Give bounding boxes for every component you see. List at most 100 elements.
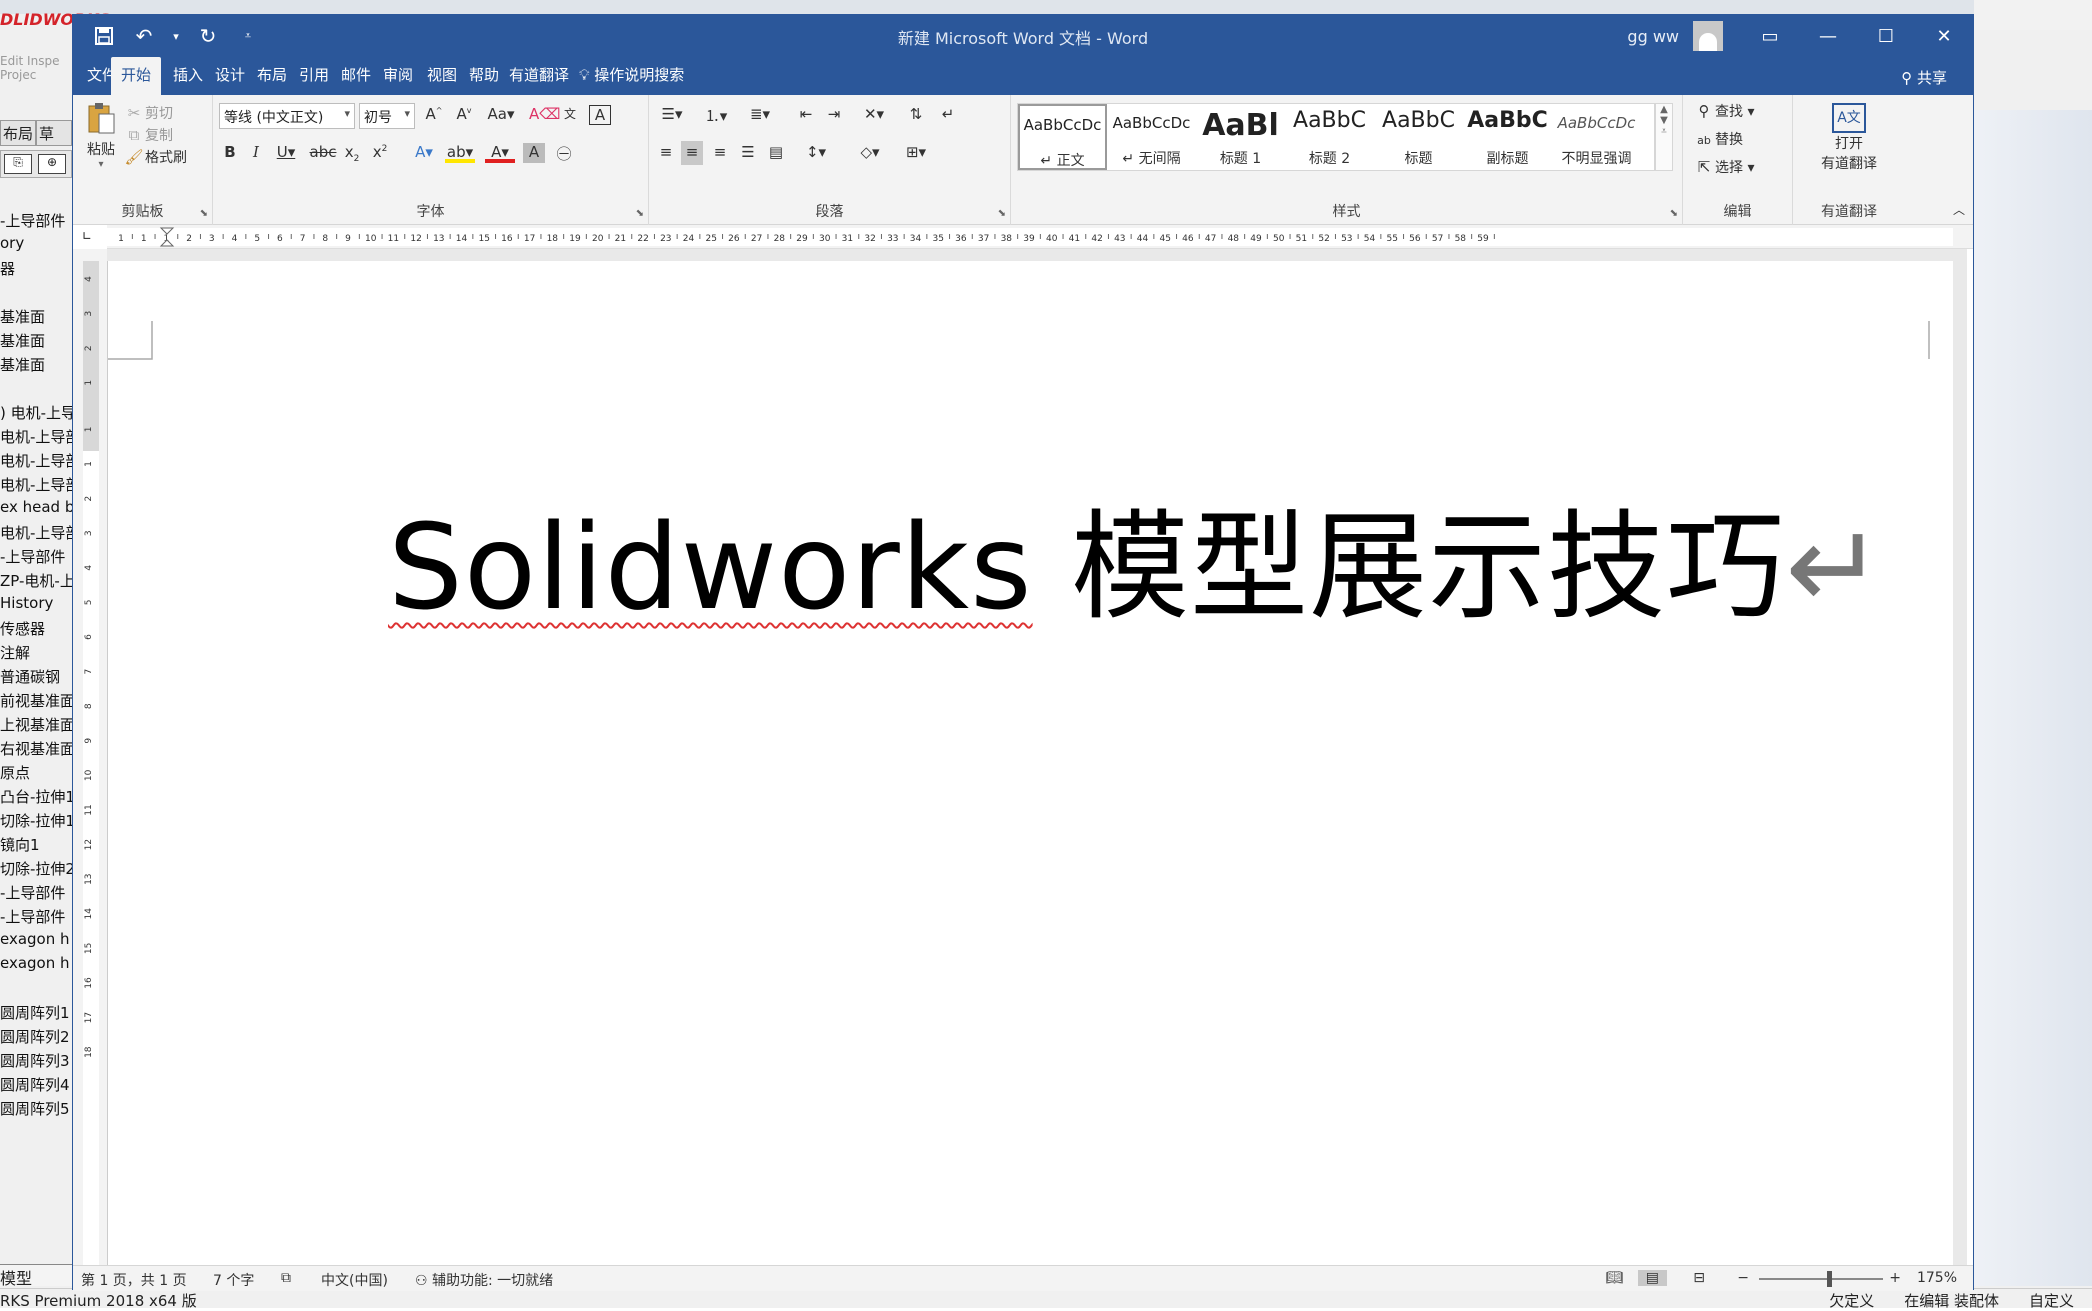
tree-item[interactable]: 基准面	[0, 330, 72, 354]
crosshair-icon[interactable]: ⊕	[38, 154, 66, 174]
solidworks-tab-sketch[interactable]: 草	[36, 120, 72, 146]
tree-item[interactable]: -上导部件	[0, 882, 72, 906]
read-mode-icon[interactable]: 📖︎	[1605, 1270, 1623, 1286]
share-button[interactable]: ⚲ 共享	[1901, 67, 1947, 88]
justify-icon[interactable]: ☰	[737, 143, 759, 163]
zoom-slider-thumb[interactable]	[1827, 1271, 1832, 1287]
replace-button[interactable]: ab 替换	[1693, 129, 1743, 154]
highlight-color-icon[interactable]: ab▾	[445, 143, 475, 163]
align-left-icon[interactable]: ≡	[655, 143, 677, 163]
clear-formatting-icon[interactable]: A⌫	[529, 105, 560, 125]
tree-item[interactable]: ZP-电机-上	[0, 570, 72, 594]
font-name-dropdown[interactable]: 等线 (中文正文)	[219, 103, 355, 129]
vertical-ruler[interactable]: 4 3 2 1 1 1 2 3 4 5 6 7 8 9 10 11 12 13 14 15 16 17 18	[73, 249, 107, 1265]
tab-home[interactable]: 开始	[111, 57, 162, 95]
format-painter-button[interactable]: 🖌︎格式刷	[123, 147, 187, 168]
misspelled-word[interactable]: Solidworks	[388, 498, 1033, 636]
font-color-icon[interactable]: A▾	[485, 143, 515, 163]
font-launcher-icon[interactable]: ⬊	[636, 208, 644, 219]
italic-button[interactable]: I	[245, 143, 267, 163]
phonetic-guide-icon[interactable]: 文	[559, 105, 581, 125]
ruler-corner-tab[interactable]: ∟	[77, 229, 97, 247]
font-size-dropdown[interactable]: 初号	[359, 103, 415, 129]
tree-item[interactable]: 基准面	[0, 354, 72, 378]
clipboard-launcher-icon[interactable]: ⬊	[200, 208, 208, 219]
tree-item[interactable]: 镜向1	[0, 834, 72, 858]
chinese-layout-icon[interactable]: ✕▾	[857, 105, 891, 125]
copy-button[interactable]: ⧉ 复制	[123, 125, 173, 146]
page-count[interactable]: 第 1 页，共 1 页	[81, 1270, 187, 1290]
numbering-icon[interactable]: ⒈▾	[699, 105, 733, 125]
tree-item[interactable]: 原点	[0, 762, 72, 786]
distributed-icon[interactable]: ▤	[765, 143, 787, 163]
web-layout-icon[interactable]: ⊟	[1693, 1270, 1705, 1286]
sort-icon[interactable]: ⇅	[905, 105, 927, 125]
tree-item[interactable]: 普通碳钢	[0, 666, 72, 690]
line-spacing-icon[interactable]: ↕▾	[799, 143, 833, 163]
style-tile[interactable]: AaBbC 标题 2	[1285, 104, 1374, 170]
select-button[interactable]: ⇱ 选择 ▾	[1693, 157, 1755, 178]
enclose-characters-icon[interactable]: ㊀	[553, 143, 575, 163]
tree-item[interactable]	[0, 978, 72, 1002]
subscript-button[interactable]: x2	[341, 143, 363, 164]
cut-button[interactable]: ✂ 剪切	[123, 103, 173, 124]
text-effects-icon[interactable]: A▾	[409, 143, 439, 163]
tree-item[interactable]: 电机-上导部	[0, 426, 72, 450]
tree-item[interactable]: 右视基准面	[0, 738, 72, 762]
tree-item[interactable]: -上导部件	[0, 546, 72, 570]
shrink-font-icon[interactable]: Av	[453, 105, 475, 125]
paste-button[interactable]: 粘贴 ▾	[83, 101, 119, 170]
style-tile[interactable]: AaBbC 副标题	[1463, 104, 1552, 170]
tree-item[interactable]: 基准面	[0, 306, 72, 330]
tree-item[interactable]: 切除-拉伸1	[0, 810, 72, 834]
tree-item[interactable]: 器	[0, 258, 72, 282]
show-marks-icon[interactable]: ↵	[937, 105, 959, 125]
paragraph-launcher-icon[interactable]: ⬊	[998, 208, 1006, 219]
tree-item[interactable]: History	[0, 594, 72, 618]
tree-item[interactable]: -上导部件	[0, 210, 72, 234]
tree-item[interactable]: ) 电机-上导	[0, 402, 72, 426]
superscript-button[interactable]: x2	[369, 143, 391, 163]
close-button[interactable]: ✕	[1915, 15, 1973, 57]
change-case-icon[interactable]: Aa▾	[485, 105, 517, 125]
solidworks-tab-layout[interactable]: 布局	[0, 120, 36, 146]
tree-item[interactable]: 前视基准面	[0, 690, 72, 714]
align-right-icon[interactable]: ≡	[709, 143, 731, 163]
find-button[interactable]: ⚲ 查找 ▾	[1693, 101, 1755, 122]
language-indicator[interactable]: 中文(中国)	[321, 1270, 388, 1290]
tree-item[interactable]: 圆周阵列5	[0, 1098, 72, 1122]
zoom-in-button[interactable]: +	[1889, 1270, 1901, 1286]
grow-font-icon[interactable]: A^	[423, 105, 445, 125]
multilevel-list-icon[interactable]: ≣▾	[743, 105, 777, 125]
underline-button[interactable]: U▾	[271, 143, 301, 163]
tab-youdao[interactable]: 有道翻译	[499, 57, 579, 95]
tree-item[interactable]: 电机-上导部	[0, 474, 72, 498]
document-heading[interactable]: Solidworks 模型展示技巧↵	[388, 471, 1885, 642]
tree-item[interactable]	[0, 282, 72, 306]
style-tile[interactable]: AaBbCcDc ↵ 正文	[1018, 104, 1107, 170]
print-layout-icon[interactable]: ▤	[1637, 1270, 1667, 1286]
borders-icon[interactable]: ⊞▾	[899, 143, 933, 163]
shading-icon[interactable]: ◇▾	[853, 143, 887, 163]
character-shading-icon[interactable]: A	[523, 143, 545, 163]
ribbon-display-options-icon[interactable]: ▭	[1741, 15, 1799, 57]
zoom-out-button[interactable]: −	[1737, 1270, 1749, 1286]
align-center-icon[interactable]: ≡	[681, 141, 703, 165]
strikethrough-button[interactable]: abc	[309, 143, 337, 163]
bold-button[interactable]: B	[219, 143, 241, 163]
open-youdao-button[interactable]: A文 打开 有道翻译	[1807, 103, 1891, 173]
tell-me-search[interactable]: 💡︎ 操作说明搜索	[569, 57, 694, 95]
tree-item[interactable]: 圆周阵列1	[0, 1002, 72, 1026]
style-tile[interactable]: AaBbCcDc ↵ 无间隔	[1107, 104, 1196, 170]
user-area[interactable]: gg ww	[1627, 21, 1723, 51]
maximize-button[interactable]: ☐	[1857, 15, 1915, 57]
tree-item[interactable]: 圆周阵列4	[0, 1074, 72, 1098]
character-border-icon[interactable]: A	[589, 105, 611, 125]
increase-indent-icon[interactable]: ⇥	[823, 105, 845, 125]
tree-item[interactable]: 传感器	[0, 618, 72, 642]
zoom-slider[interactable]	[1759, 1271, 1883, 1287]
tree-item[interactable]: 电机-上导部	[0, 522, 72, 546]
proofing-icon[interactable]: ⧉	[281, 1270, 291, 1286]
minimize-button[interactable]: —	[1799, 15, 1857, 57]
tree-item[interactable]: ory	[0, 234, 72, 258]
